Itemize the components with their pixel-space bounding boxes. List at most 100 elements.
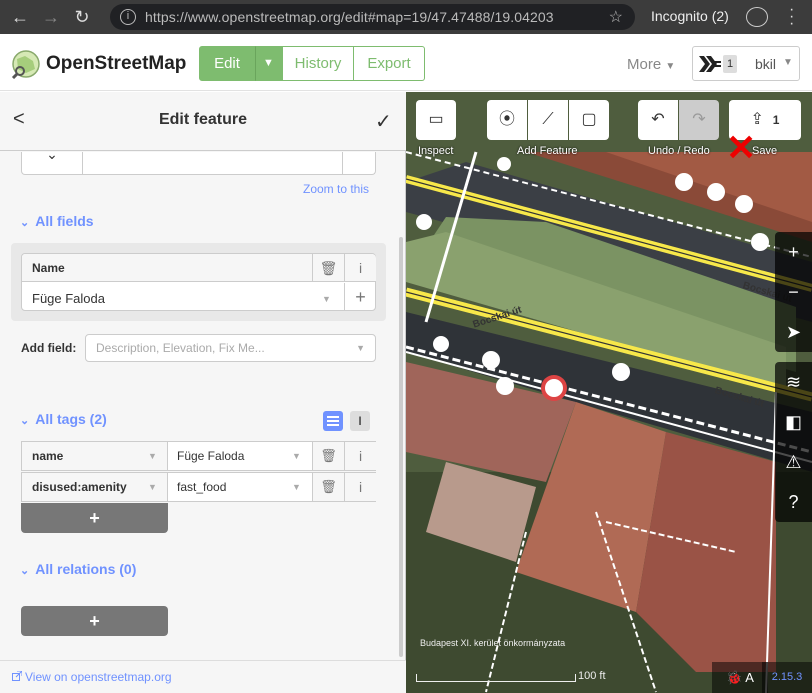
save-count: 1 (772, 113, 780, 127)
close-x-icon: ✕ (726, 127, 757, 168)
sidebar-scrollbar[interactable] (399, 237, 403, 657)
browser-toolbar: ← → ↻ i https://www.openstreetmap.org/ed… (0, 0, 812, 34)
text-view-icon[interactable]: I (350, 411, 370, 431)
issues-warning-icon[interactable]: ⚠ (775, 442, 812, 482)
more-label: More (627, 56, 662, 73)
caret-down-icon: ⌄ (20, 415, 30, 427)
map-toolbar: ▭ Inspect ⦿ ⟋ ▢ Add Feature ↶ ↷ Undo / R… (406, 92, 812, 166)
list-view-icon[interactable] (323, 411, 343, 431)
inspect-label: Inspect (418, 145, 454, 157)
map-data-icon[interactable]: ◧ (775, 402, 812, 442)
info-icon[interactable]: i (344, 254, 376, 282)
url-text: https://www.openstreetmap.org/edit#map=1… (145, 9, 554, 25)
preset-info-button[interactable] (342, 152, 375, 174)
tab-edit[interactable]: Edit (199, 46, 255, 81)
more-menu[interactable]: More ▼ (627, 56, 675, 73)
incognito-icon[interactable] (746, 7, 768, 27)
tag-key[interactable]: disused:amenity (22, 473, 168, 501)
user-message-count: 1 (723, 55, 737, 73)
add-area-icon[interactable]: ▢ (569, 100, 609, 140)
add-relation-button[interactable]: + (21, 606, 168, 636)
all-relations-label: All relations (0) (35, 561, 137, 577)
sidebar-header: < Edit feature ✓ (0, 92, 406, 151)
add-feature-label: Add Feature (517, 145, 578, 157)
dropdown-caret-icon: ▼ (356, 343, 365, 353)
version-label[interactable]: 2.15.3 (762, 662, 812, 693)
bookmark-star-icon[interactable]: ☆ (609, 7, 623, 27)
geolocate-icon[interactable]: ➤ (775, 312, 812, 352)
scale-label: 100 ft (578, 670, 606, 682)
undo-icon[interactable]: ↶ (638, 100, 678, 140)
nav-tabs: Edit ▼ History Export (199, 46, 425, 81)
back-icon[interactable]: ← (9, 6, 31, 28)
add-tag-button[interactable]: + (21, 503, 168, 533)
zoom-out-button[interactable]: − (775, 272, 812, 312)
user-avatar-icon (699, 56, 721, 72)
tab-export[interactable]: Export (354, 46, 425, 81)
edit-sidebar: < Edit feature ✓ ⌄ Zoom to this ⌄ All fie… (0, 92, 406, 693)
map-canvas[interactable]: Bocskai út Bocskai út Bocskai út ▭ Inspe… (406, 92, 812, 693)
zoom-to-this-link[interactable]: Zoom to this (303, 182, 369, 196)
browser-menu-icon[interactable]: · · · (789, 2, 794, 32)
name-field: Name 🗑 i Füge Faloda ▼ + (21, 253, 376, 311)
all-fields-label: All fields (35, 213, 94, 229)
fields-box: Name 🗑 i Füge Faloda ▼ + (11, 243, 386, 321)
inspect-button[interactable]: ▭ (416, 100, 456, 140)
external-link-icon (12, 671, 22, 681)
dropdown-caret-icon[interactable]: ▼ (322, 294, 331, 304)
tag-value[interactable]: Füge Faloda (177, 442, 244, 470)
more-caret-icon: ▼ (665, 61, 676, 72)
close-check-icon[interactable]: ✓ (375, 109, 392, 134)
user-menu[interactable]: 1 bkil ▼ (692, 46, 800, 81)
imagery-attribution[interactable]: Budapest XI. kerület önkormányzata (420, 638, 565, 648)
add-localized-name-button[interactable]: + (344, 283, 376, 311)
scale-bar (416, 674, 576, 682)
edit-dropdown-icon[interactable]: ▼ (255, 46, 282, 81)
tag-key[interactable]: name (22, 442, 168, 470)
address-bar[interactable]: i https://www.openstreetmap.org/edit#map… (110, 4, 635, 30)
tag-row: name ▼ Füge Faloda ▼ 🗑 i (21, 441, 376, 471)
preset-selector[interactable]: ⌄ (21, 152, 376, 175)
view-on-osm-link[interactable]: View on openstreetmap.org (25, 670, 172, 684)
undo-redo-label: Undo / Redo (648, 145, 710, 157)
help-icon[interactable]: ? (775, 482, 812, 522)
dropdown-caret-icon: ▼ (292, 451, 301, 461)
all-relations-toggle[interactable]: ⌄ All relations (0) (20, 561, 136, 577)
all-fields-toggle[interactable]: ⌄ All fields (20, 213, 94, 229)
info-icon[interactable]: i (344, 442, 376, 470)
sidebar-scroll-area[interactable]: ⌄ Zoom to this ⌄ All fields Name 🗑 i Füge… (0, 152, 406, 660)
info-icon[interactable]: i (344, 473, 376, 501)
trash-icon[interactable]: 🗑 (312, 254, 344, 282)
preset-chevron-icon[interactable]: ⌄ (22, 152, 83, 174)
add-field-input[interactable]: Description, Elevation, Fix Me... ▼ (85, 334, 376, 362)
site-info-icon[interactable]: i (120, 9, 136, 25)
user-caret-icon: ▼ (783, 57, 793, 68)
trash-icon[interactable]: 🗑 (312, 442, 344, 470)
bug-language-icons[interactable]: 🐞 A (712, 662, 768, 693)
zoom-in-button[interactable]: + (775, 232, 812, 272)
add-line-icon[interactable]: ⟋ (528, 100, 568, 140)
sidebar-footer: View on openstreetmap.org (0, 660, 406, 693)
all-tags-toggle[interactable]: ⌄ All tags (2) (20, 411, 107, 427)
caret-down-icon: ⌄ (20, 565, 30, 577)
redo-icon[interactable]: ↷ (679, 100, 719, 140)
reload-icon[interactable]: ↻ (71, 6, 93, 28)
sidebar-title: Edit feature (158, 111, 247, 128)
all-tags-label: All tags (2) (35, 411, 107, 427)
tag-value[interactable]: fast_food (177, 473, 226, 501)
name-field-input[interactable]: Füge Faloda (32, 291, 105, 306)
osm-logo-icon[interactable] (11, 49, 41, 79)
trash-icon[interactable]: 🗑 (312, 473, 344, 501)
add-point-icon[interactable]: ⦿ (487, 100, 527, 140)
forward-icon[interactable]: → (40, 6, 62, 28)
osm-header: OpenStreetMap Edit ▼ History Export More… (0, 34, 812, 91)
caret-down-icon: ⌄ (20, 217, 30, 229)
add-field-label: Add field: (21, 341, 77, 355)
tab-history[interactable]: History (282, 46, 354, 81)
brand-name[interactable]: OpenStreetMap (46, 53, 186, 75)
dropdown-caret-icon: ▼ (292, 482, 301, 492)
dropdown-caret-icon: ▼ (148, 451, 157, 461)
add-field-placeholder: Description, Elevation, Fix Me... (96, 341, 265, 355)
satellite-map[interactable] (406, 92, 812, 693)
layers-icon[interactable]: ≋ (775, 362, 812, 402)
